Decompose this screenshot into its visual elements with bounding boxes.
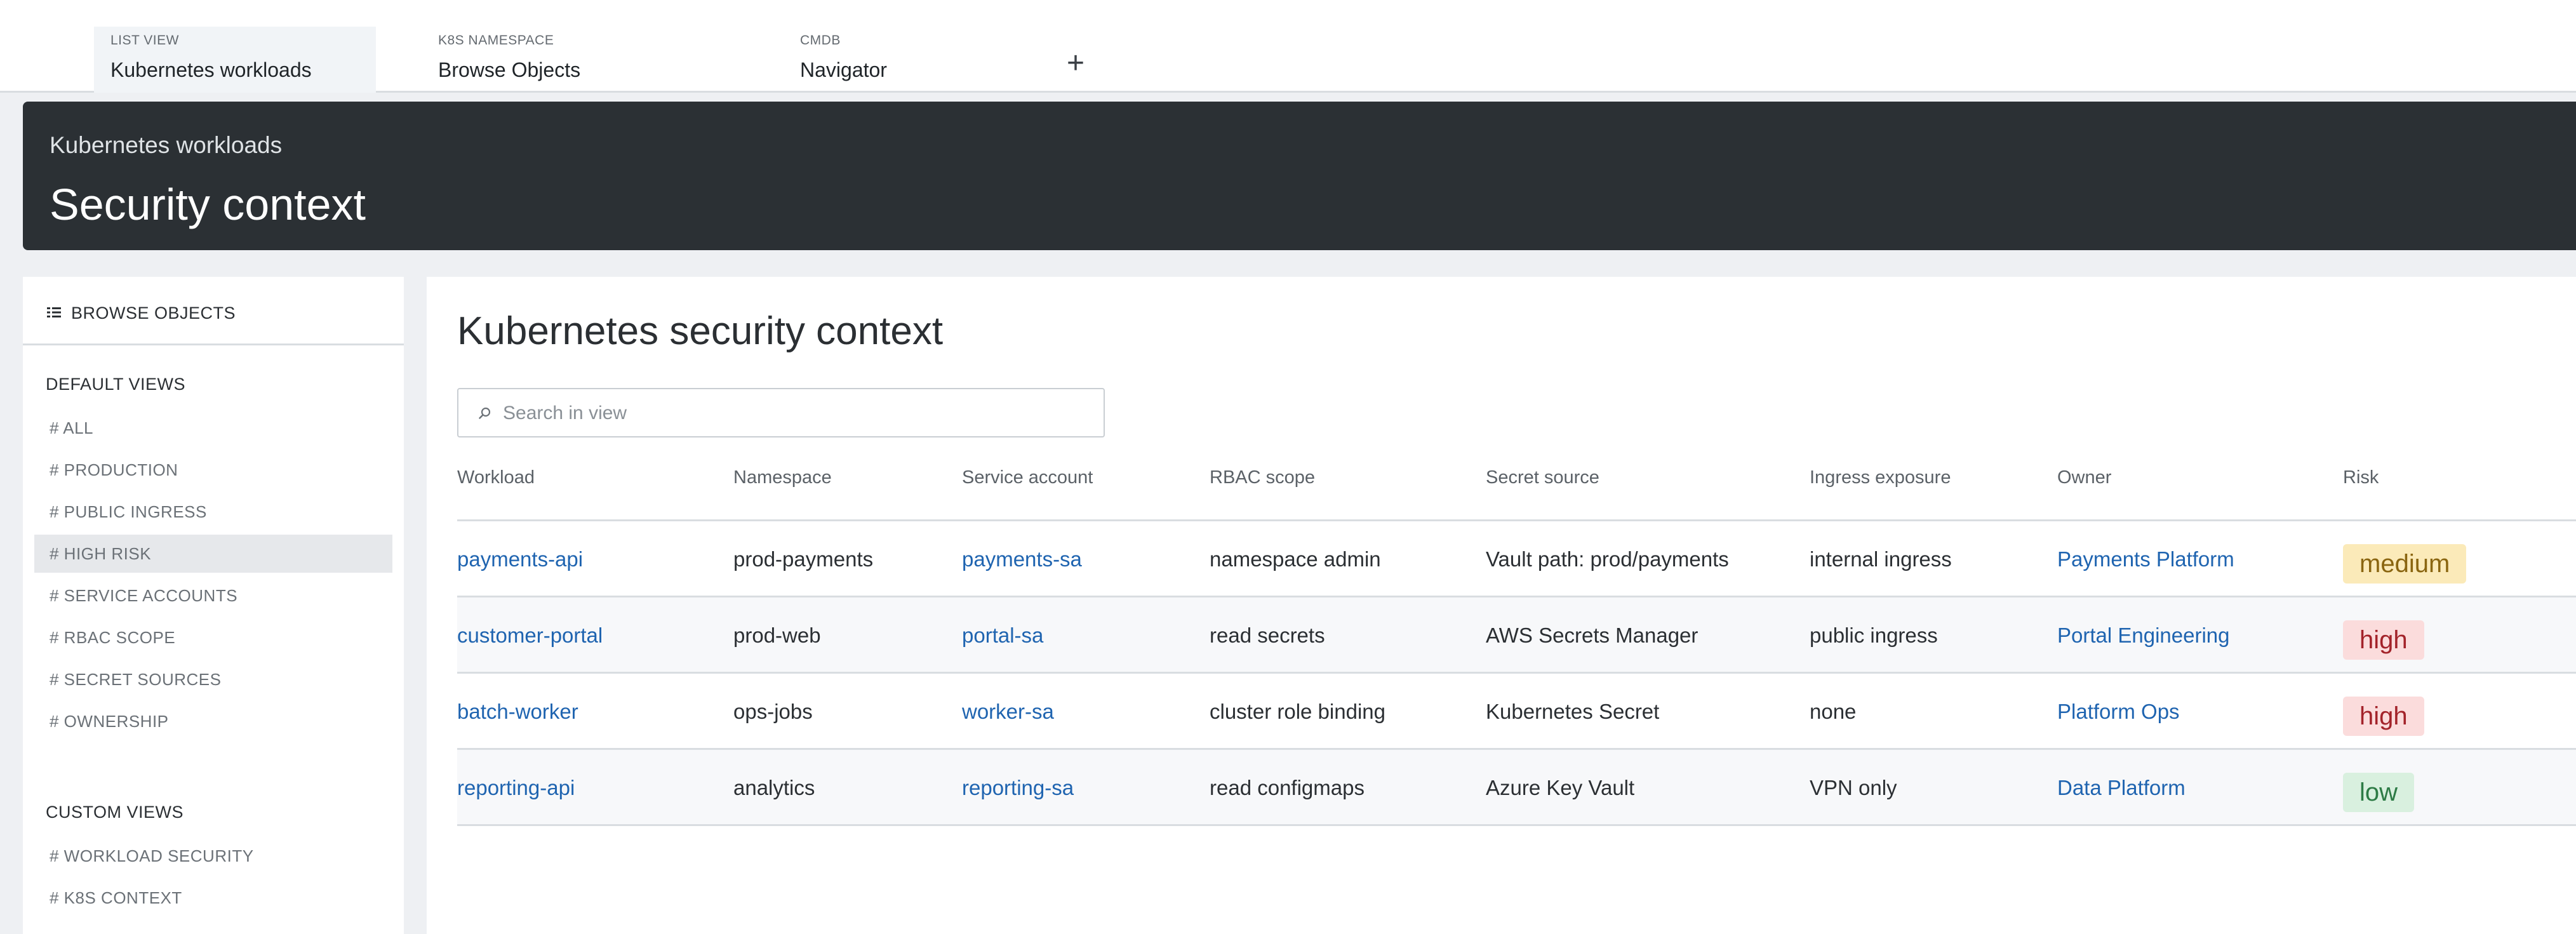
column-header-namespace[interactable]: Namespace bbox=[733, 467, 832, 488]
sidebar-item-rbac-scope[interactable]: # RBAC SCOPE bbox=[34, 618, 392, 657]
risk-badge: low bbox=[2343, 773, 2415, 812]
rbac-scope-cell: cluster role binding bbox=[1210, 700, 1385, 723]
tab-kicker: LIST VIEW bbox=[110, 33, 179, 48]
sidebar-item-service-accounts[interactable]: # SERVICE ACCOUNTS bbox=[34, 577, 392, 615]
tab-browse-objects[interactable]: K8S NAMESPACE Browse Objects bbox=[438, 27, 679, 93]
top-tab-bar: LIST VIEW Kubernetes workloads K8S NAMES… bbox=[0, 0, 2576, 93]
page-title: Security context bbox=[50, 180, 366, 229]
rbac-scope-cell: namespace admin bbox=[1210, 547, 1381, 571]
ingress-exposure-cell: none bbox=[1810, 700, 1857, 723]
workload-link[interactable]: payments-api bbox=[457, 521, 583, 597]
sidebar-item-public-ingress[interactable]: # PUBLIC INGRESS bbox=[34, 493, 392, 531]
list-grid-icon bbox=[47, 307, 61, 317]
sidebar-item-high-risk[interactable]: # HIGH RISK bbox=[34, 535, 392, 573]
namespace-cell: prod-web bbox=[733, 624, 821, 647]
workload-link[interactable]: reporting-api bbox=[457, 750, 575, 826]
namespace-cell: prod-payments bbox=[733, 547, 874, 571]
risk-badge: medium bbox=[2343, 544, 2467, 584]
sidebar-item-production[interactable]: # PRODUCTION bbox=[34, 451, 392, 489]
column-header-service-account[interactable]: Service account bbox=[962, 467, 1093, 488]
rbac-scope-cell: read configmaps bbox=[1210, 776, 1365, 799]
sidebar-item-secret-sources[interactable]: # SECRET SOURCES bbox=[34, 660, 392, 698]
sidebar-item-ownership[interactable]: # OWNERSHIP bbox=[34, 702, 392, 740]
sidebar-item-workload-security[interactable]: # WORKLOAD SECURITY bbox=[34, 837, 392, 875]
workload-link[interactable]: customer-portal bbox=[457, 597, 603, 674]
ingress-exposure-cell: internal ingress bbox=[1810, 547, 1952, 571]
default-views-title: DEFAULT VIEWS bbox=[46, 375, 186, 394]
service-account-link[interactable]: reporting-sa bbox=[962, 750, 1074, 826]
tab-title: Kubernetes workloads bbox=[110, 58, 312, 81]
risk-badge: high bbox=[2343, 620, 2424, 660]
tab-kicker: K8S NAMESPACE bbox=[438, 33, 554, 48]
main-panel: Kubernetes security context Workload Nam… bbox=[427, 277, 2576, 934]
namespace-cell: analytics bbox=[733, 776, 815, 799]
column-header-owner[interactable]: Owner bbox=[2057, 467, 2111, 488]
column-header-risk[interactable]: Risk bbox=[2343, 467, 2379, 488]
ingress-exposure-cell: VPN only bbox=[1810, 776, 1897, 799]
rbac-scope-cell: read secrets bbox=[1210, 624, 1325, 647]
column-header-workload[interactable]: Workload bbox=[457, 467, 535, 488]
search-box bbox=[457, 388, 1105, 437]
sidebar-item-all[interactable]: # ALL bbox=[34, 409, 392, 447]
risk-badge: high bbox=[2343, 697, 2424, 736]
tab-navigator[interactable]: CMDB Navigator bbox=[800, 27, 1010, 93]
search-input[interactable] bbox=[502, 398, 1088, 429]
secret-source-cell: Vault path: prod/payments bbox=[1486, 547, 1729, 571]
column-header-rbac-scope[interactable]: RBAC scope bbox=[1210, 467, 1315, 488]
column-header-ingress-exposure[interactable]: Ingress exposure bbox=[1810, 467, 1951, 488]
page-header: Kubernetes workloads Security context bbox=[23, 102, 2576, 250]
table-row[interactable]: batch-worker ops-jobs worker-sa cluster … bbox=[457, 674, 2576, 750]
column-header-secret-source[interactable]: Secret source bbox=[1486, 467, 1599, 488]
ingress-exposure-cell: public ingress bbox=[1810, 624, 1938, 647]
secret-source-cell: AWS Secrets Manager bbox=[1486, 624, 1698, 647]
owner-link[interactable]: Platform Ops bbox=[2057, 674, 2180, 750]
table-row[interactable]: payments-api prod-payments payments-sa n… bbox=[457, 521, 2576, 597]
add-tab-button[interactable]: + bbox=[1060, 48, 1091, 81]
sidebar-header[interactable]: BROWSE OBJECTS bbox=[23, 277, 404, 345]
tab-kicker: CMDB bbox=[800, 33, 841, 48]
tab-title: Navigator bbox=[800, 58, 887, 81]
sidebar-heading: BROWSE OBJECTS bbox=[71, 304, 236, 323]
owner-link[interactable]: Portal Engineering bbox=[2057, 597, 2230, 674]
tab-title: Browse Objects bbox=[438, 58, 581, 81]
search-icon bbox=[479, 407, 491, 419]
service-account-link[interactable]: worker-sa bbox=[962, 674, 1054, 750]
breadcrumb: Kubernetes workloads bbox=[50, 132, 283, 158]
custom-views-title: CUSTOM VIEWS bbox=[46, 803, 184, 822]
namespace-cell: ops-jobs bbox=[733, 700, 813, 723]
tab-kubernetes-workloads[interactable]: LIST VIEW Kubernetes workloads bbox=[94, 27, 376, 93]
table-row[interactable]: reporting-api analytics reporting-sa rea… bbox=[457, 750, 2576, 826]
owner-link[interactable]: Data Platform bbox=[2057, 750, 2186, 826]
workload-link[interactable]: batch-worker bbox=[457, 674, 578, 750]
secret-source-cell: Kubernetes Secret bbox=[1486, 700, 1660, 723]
sidebar-item-k8s-context[interactable]: # K8S CONTEXT bbox=[34, 879, 392, 917]
table-row[interactable]: customer-portal prod-web portal-sa read … bbox=[457, 597, 2576, 674]
service-account-link[interactable]: portal-sa bbox=[962, 597, 1043, 674]
service-account-link[interactable]: payments-sa bbox=[962, 521, 1082, 597]
view-title: Kubernetes security context bbox=[457, 309, 944, 353]
owner-link[interactable]: Payments Platform bbox=[2057, 521, 2234, 597]
sidebar: BROWSE OBJECTS DEFAULT VIEWS # ALL # PRO… bbox=[23, 277, 404, 934]
secret-source-cell: Azure Key Vault bbox=[1486, 776, 1635, 799]
